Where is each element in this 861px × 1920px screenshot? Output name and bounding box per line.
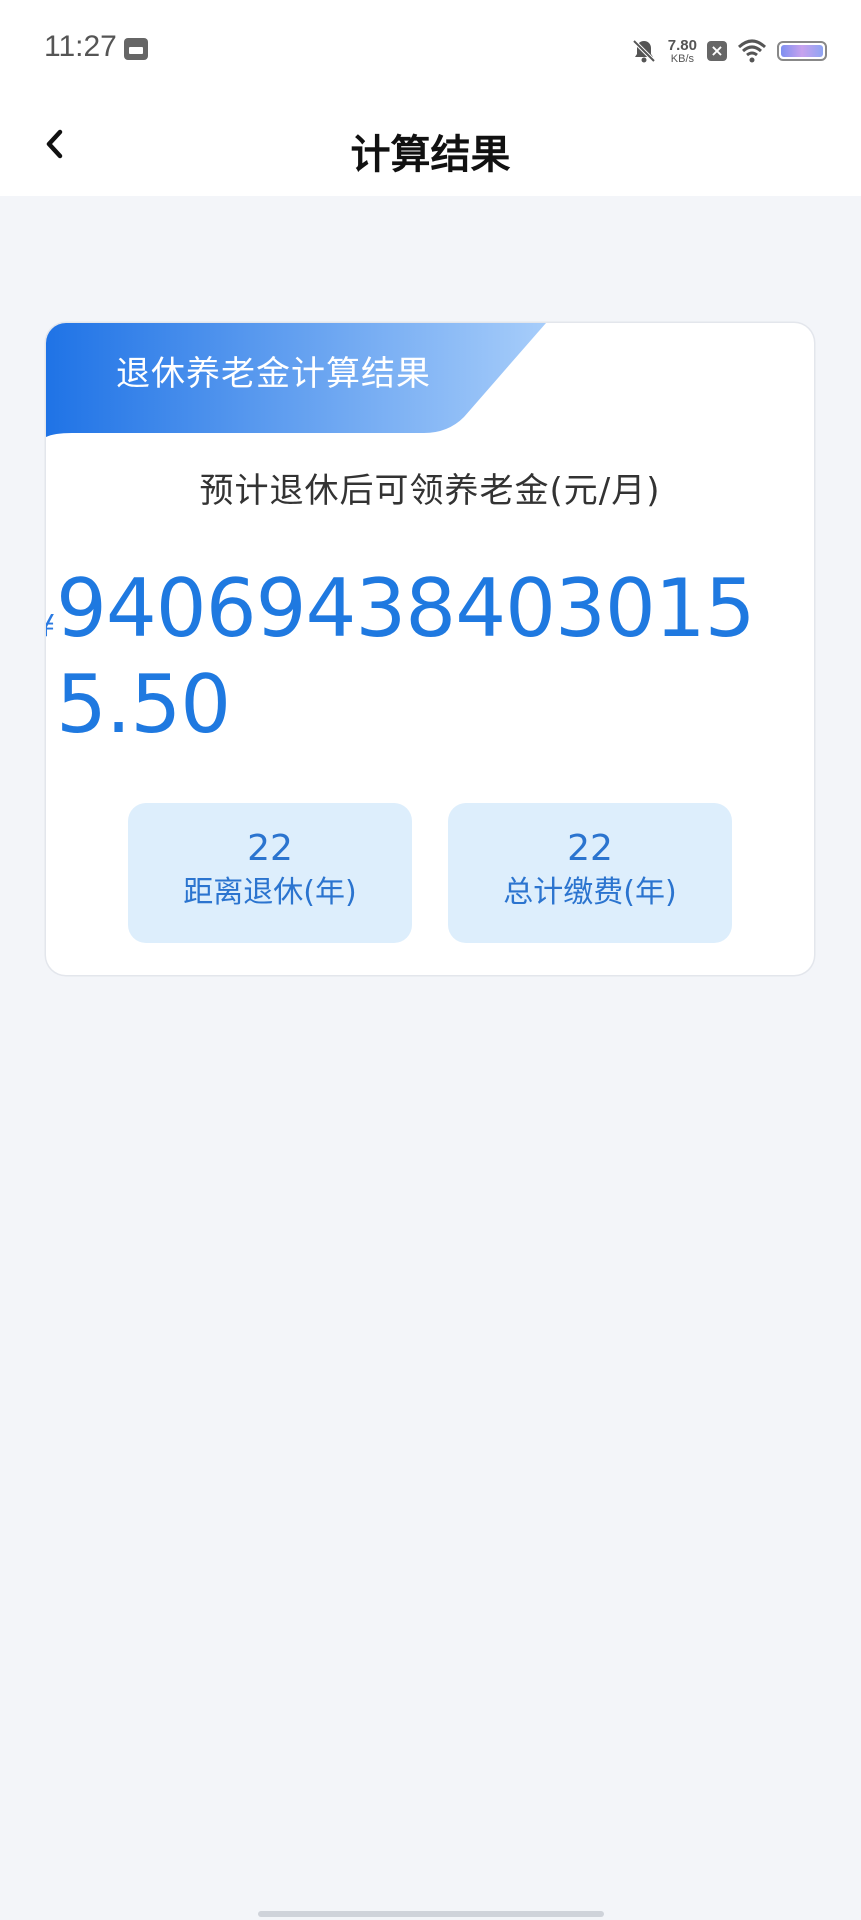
- status-icons: 7.80 KB/s ×: [630, 34, 827, 68]
- total-contribution-years-label: 总计缴费(年): [503, 875, 677, 910]
- net-speed: 7.80 KB/s: [668, 38, 697, 65]
- wifi-icon: [737, 39, 767, 63]
- net-speed-value: 7.80: [667, 36, 697, 54]
- close-icon: ×: [707, 41, 727, 61]
- status-time: 11:27: [44, 30, 117, 63]
- pension-amount: 940694384030155.50: [56, 562, 756, 751]
- years-to-retirement-value: 22: [247, 828, 293, 869]
- navigation-bar: 计算结果: [0, 100, 861, 196]
- battery-fill: [781, 45, 823, 57]
- battery-icon: [777, 41, 827, 61]
- net-speed-unit: KB/s: [670, 52, 695, 65]
- currency-symbol: ¥: [46, 609, 55, 644]
- total-contribution-years-value: 22: [567, 828, 613, 869]
- years-to-retirement-box: 22 距离退休(年): [128, 803, 412, 943]
- page-title: 计算结果: [350, 132, 511, 178]
- banner-title: 退休养老金计算结果: [116, 354, 431, 394]
- calendar-icon: [124, 38, 148, 60]
- home-indicator[interactable]: [258, 1911, 604, 1917]
- result-card: 退休养老金计算结果 预计退休后可领养老金(元/月) ¥ 940694384030…: [46, 323, 814, 975]
- total-contribution-years-box: 22 总计缴费(年): [448, 803, 732, 943]
- mute-icon: [632, 39, 656, 63]
- status-bar: 11:27 7.80 KB/s ×: [0, 0, 861, 100]
- pension-subtitle: 预计退休后可领养老金(元/月): [199, 471, 661, 511]
- years-to-retirement-label: 距离退休(年): [183, 875, 357, 910]
